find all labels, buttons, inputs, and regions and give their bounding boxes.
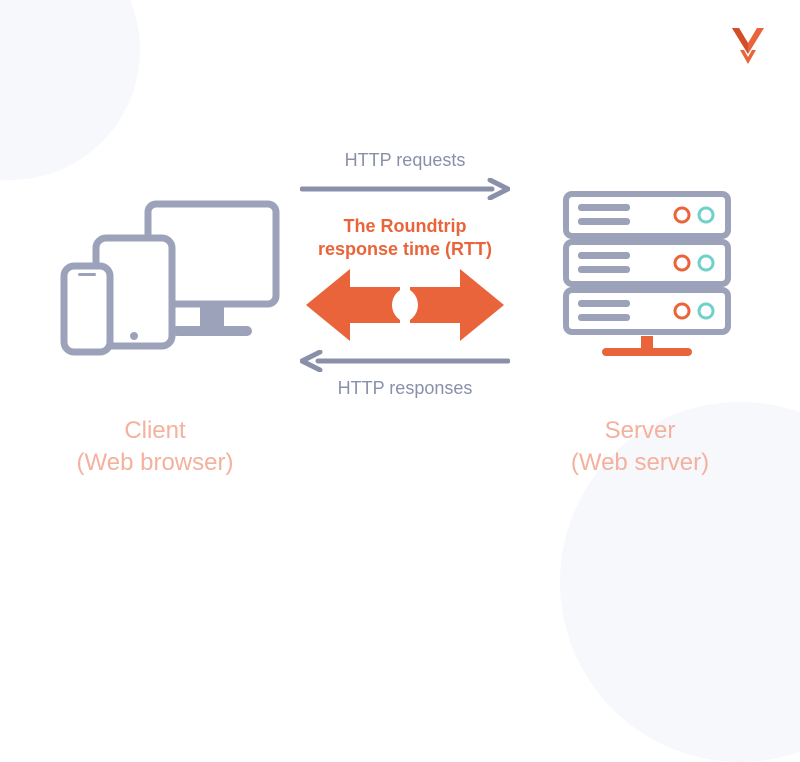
client-title: Client [50,415,260,447]
server-subtitle: (Web server) [540,447,740,479]
server-icon [562,190,732,365]
rtt-label: The Roundtrip response time (RTT) [300,215,510,260]
http-responses-label: HTTP responses [305,378,505,399]
server-label: Server (Web server) [540,415,740,480]
rtt-arrows-icon [300,265,510,345]
brand-logo-icon [730,24,766,68]
background-shape [0,0,140,180]
client-label: Client (Web browser) [50,415,260,480]
server-title: Server [540,415,740,447]
arrow-left-icon [300,350,510,372]
rtt-label-line-1: The Roundtrip [300,215,510,238]
arrow-right-icon [300,178,510,200]
client-subtitle: (Web browser) [50,447,260,479]
http-requests-label: HTTP requests [305,150,505,171]
rtt-label-line-2: response time (RTT) [300,238,510,261]
client-devices-icon [60,200,280,360]
